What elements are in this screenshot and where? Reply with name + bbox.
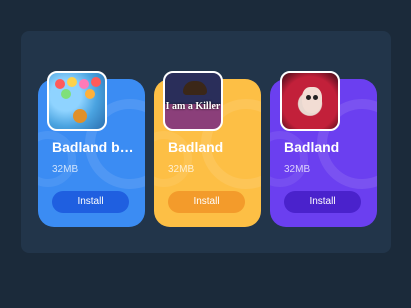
game-logo-text: I am a Killer bbox=[165, 101, 221, 112]
app-title: Badland b… bbox=[52, 139, 134, 155]
app-size: 32MB bbox=[52, 164, 79, 175]
girl-face bbox=[302, 87, 322, 113]
install-button[interactable]: Install bbox=[284, 191, 361, 213]
install-button[interactable]: Install bbox=[52, 191, 129, 213]
app-title: Badland bbox=[168, 139, 224, 155]
install-button[interactable]: Install bbox=[168, 191, 245, 213]
eye bbox=[313, 95, 318, 100]
app-title: Badland bbox=[284, 139, 340, 155]
hat-figure bbox=[183, 81, 207, 95]
i-am-a-killer-game-icon: I am a Killer bbox=[163, 71, 223, 131]
app-size: 32MB bbox=[168, 164, 195, 175]
bubble-shooter-game-icon bbox=[47, 71, 107, 131]
red-hair-girl-game-icon bbox=[280, 71, 340, 131]
app-size: 32MB bbox=[284, 164, 311, 175]
eye bbox=[306, 95, 311, 100]
